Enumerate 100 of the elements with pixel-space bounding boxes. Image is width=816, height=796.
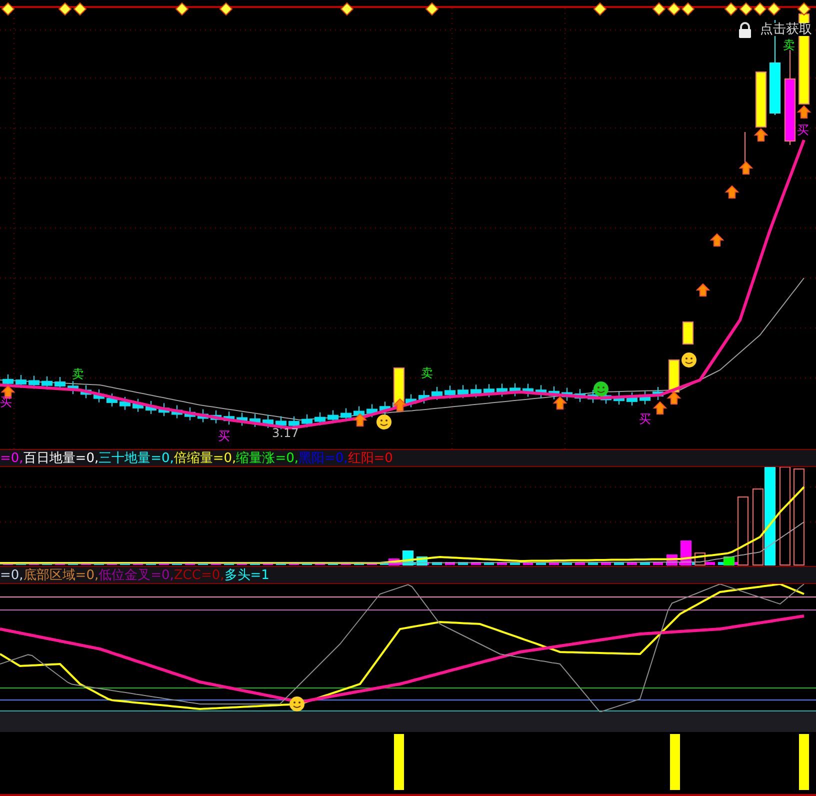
diamond-icon bbox=[593, 2, 607, 16]
candlestick bbox=[80, 384, 92, 399]
candlestick bbox=[120, 396, 130, 410]
candlestick bbox=[682, 322, 694, 344]
indicator-value: 低位金叉=0, bbox=[98, 568, 174, 582]
smiley-icon bbox=[289, 696, 305, 712]
candlestick bbox=[132, 398, 144, 412]
sell-signal-label: 卖 bbox=[421, 367, 433, 379]
up-arrow-icon bbox=[696, 283, 710, 296]
candlestick bbox=[146, 400, 156, 415]
indicator-value: 倍缩量=0, bbox=[174, 452, 236, 464]
buy-signal-label: 买 bbox=[797, 124, 809, 136]
up-arrow-icon bbox=[392, 398, 408, 412]
up-arrow-icon bbox=[666, 391, 682, 404]
indicator-value: 百日地量=0, bbox=[23, 452, 99, 464]
diamond-icon bbox=[175, 2, 189, 16]
candlestick bbox=[458, 384, 468, 399]
up-arrow-icon bbox=[796, 105, 812, 118]
volume-bar bbox=[653, 562, 663, 565]
candlestick bbox=[198, 408, 208, 423]
volume-bar bbox=[614, 562, 624, 565]
notice-link[interactable]: 点击获取 bbox=[760, 23, 812, 36]
volume-bar bbox=[484, 562, 494, 565]
sell-signal-label: 卖 bbox=[72, 368, 84, 380]
candlestick bbox=[614, 391, 624, 406]
volume-bar bbox=[549, 562, 559, 565]
signal-bar bbox=[394, 734, 404, 790]
candlestick bbox=[536, 384, 546, 399]
volume-bar bbox=[523, 562, 533, 565]
volume-bar bbox=[536, 562, 546, 565]
candlestick bbox=[496, 383, 508, 398]
up-arrow-icon bbox=[552, 396, 568, 410]
up-arrow-icon bbox=[352, 413, 368, 426]
diamond-icon bbox=[767, 2, 781, 16]
volume-bar bbox=[640, 562, 650, 565]
diamond-icon bbox=[739, 2, 753, 16]
volume-bar bbox=[562, 562, 572, 565]
indicator-value: =0, bbox=[0, 452, 24, 464]
lock-icon bbox=[738, 22, 752, 38]
candlestick bbox=[302, 414, 312, 428]
up-arrow-icon bbox=[754, 128, 768, 142]
signal-bar bbox=[799, 734, 809, 790]
candlestick bbox=[184, 406, 196, 421]
candlestick bbox=[432, 386, 442, 400]
diamond-icon bbox=[58, 2, 72, 16]
sell-signal-label: 卖 bbox=[783, 39, 795, 51]
diamond-icon bbox=[667, 2, 681, 16]
volume-bar bbox=[510, 562, 520, 565]
up-arrow-icon bbox=[738, 161, 754, 174]
indicator-value: ZCC=0, bbox=[174, 568, 224, 582]
candlestick bbox=[652, 386, 664, 400]
diamond-icon bbox=[73, 2, 87, 16]
indicator-value: 红阳=0 bbox=[348, 452, 393, 464]
candlestick bbox=[626, 392, 638, 406]
diamond-icon bbox=[797, 2, 811, 16]
smiley-icon bbox=[376, 414, 392, 430]
indicator-value: 底部区域=0, bbox=[23, 568, 99, 582]
price-label: 3.17 bbox=[272, 427, 299, 439]
candlestick bbox=[106, 392, 118, 407]
volume-bar bbox=[445, 562, 455, 565]
candlestick bbox=[158, 402, 170, 417]
candlestick bbox=[210, 410, 222, 424]
volume-bar bbox=[575, 562, 585, 565]
candlestick bbox=[640, 390, 650, 405]
candlestick bbox=[262, 414, 274, 429]
diamond-icon bbox=[219, 2, 233, 16]
indicator-value: =0, bbox=[0, 568, 24, 582]
candlestick bbox=[484, 384, 494, 398]
candlestick bbox=[68, 380, 78, 395]
indicator-value: 多头=1 bbox=[224, 568, 270, 582]
diamond-icon bbox=[724, 2, 738, 16]
diamond-icon bbox=[652, 2, 666, 16]
candlestick bbox=[444, 385, 456, 400]
candlestick bbox=[224, 411, 234, 426]
candlestick bbox=[756, 72, 766, 128]
candlestick bbox=[250, 413, 260, 428]
volume-bar bbox=[588, 562, 598, 565]
candlestick bbox=[510, 382, 520, 397]
diamond-icon bbox=[681, 2, 695, 16]
volume-bar bbox=[458, 562, 468, 565]
diamond-icon bbox=[753, 2, 767, 16]
candlestick bbox=[668, 360, 680, 392]
buy-signal-label: 买 bbox=[218, 430, 230, 442]
up-arrow-icon bbox=[710, 233, 724, 246]
candlestick bbox=[574, 388, 586, 402]
candlestick bbox=[172, 404, 182, 419]
indicator-value: 三十地量=0, bbox=[98, 452, 174, 464]
candlestick bbox=[94, 388, 104, 403]
candlestick bbox=[418, 390, 430, 404]
up-arrow-icon bbox=[724, 185, 740, 198]
signal-bar bbox=[670, 734, 680, 790]
smiley-icon bbox=[681, 352, 697, 368]
candlestick bbox=[276, 416, 286, 430]
volume-bar bbox=[432, 562, 442, 565]
volume-bar bbox=[471, 562, 481, 565]
diamond-icon bbox=[1, 2, 15, 16]
volume-bar bbox=[627, 562, 637, 565]
candlestick bbox=[236, 412, 248, 426]
buy-signal-label: 买 bbox=[0, 396, 12, 408]
diamond-icon bbox=[425, 2, 439, 16]
